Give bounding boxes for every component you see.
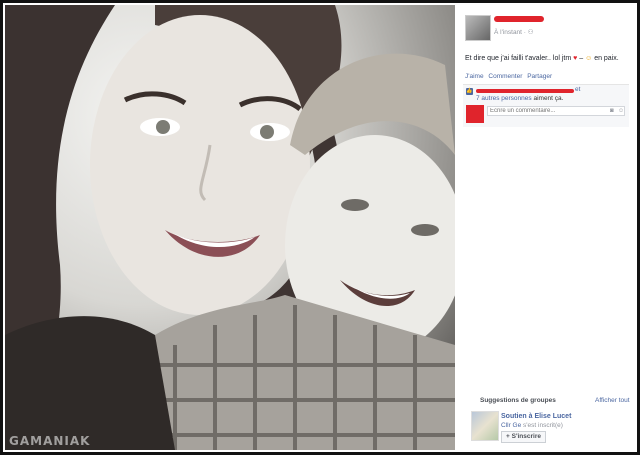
like-button[interactable]: J'aime [465,73,484,80]
likes-connector: et [575,86,581,93]
comment-input[interactable] [487,106,625,116]
other-likers-link[interactable]: 7 autres personnes [476,95,532,102]
member-name-link[interactable]: Cllr Ge [501,422,521,429]
post-meta: À l'instant · ⚇ [494,29,534,36]
photo-illustration [5,5,455,450]
heart-icon: ♥ [573,55,578,62]
commenter-avatar [466,105,484,123]
likes-suffix: aiment ça. [533,95,564,102]
likes-and-comments: 👍 et 7 autres personnes aiment ça. ◙ ☺ [463,84,629,127]
see-all-link[interactable]: Afficher tout [595,397,630,404]
likes-summary: 7 autres personnes aiment ça. [476,95,563,102]
join-group-button[interactable]: + S'inscrire [501,431,546,443]
share-button[interactable]: Partager [527,73,552,80]
thumbs-up-icon: 👍 [466,88,473,95]
author-name-redacted[interactable] [494,16,544,22]
liker-names-redacted[interactable] [476,89,574,93]
friends-icon[interactable]: ⚇ [528,29,534,36]
photo-viewer: GAMANIAK À l'instant · ⚇ Et dire que j'a… [3,3,637,452]
emoji-icon[interactable]: ☺ [618,108,624,114]
group-name-link[interactable]: Soutien à Elise Lucet [501,413,571,420]
author-avatar[interactable] [465,15,491,41]
comment-button[interactable]: Commenter [488,73,522,80]
member-suffix: s'est inscrit(e) [523,422,563,429]
post-timestamp[interactable]: À l'instant [494,29,522,36]
caption-text: Et dire que j'ai failli t'avaler.. lol j… [465,55,572,62]
group-thumbnail[interactable] [471,411,499,441]
post-actions: J'aime Commenter Partager [465,73,555,80]
caption-suffix: en paix. [594,55,619,62]
watermark-text: GAMANIAK [9,434,91,448]
post-photo[interactable]: GAMANIAK [5,5,455,450]
post-sidebar: À l'instant · ⚇ Et dire que j'ai failli … [458,3,637,452]
post-caption: Et dire que j'ai failli t'avaler.. lol j… [465,55,619,62]
join-label: S'inscrire [511,433,541,440]
group-member-info: Cllr Ge s'est inscrit(e) [501,422,563,429]
smiley-icon: ☺ [585,55,593,62]
camera-icon[interactable]: ◙ [610,108,616,114]
suggestions-title: Suggestions de groupes [480,397,556,404]
